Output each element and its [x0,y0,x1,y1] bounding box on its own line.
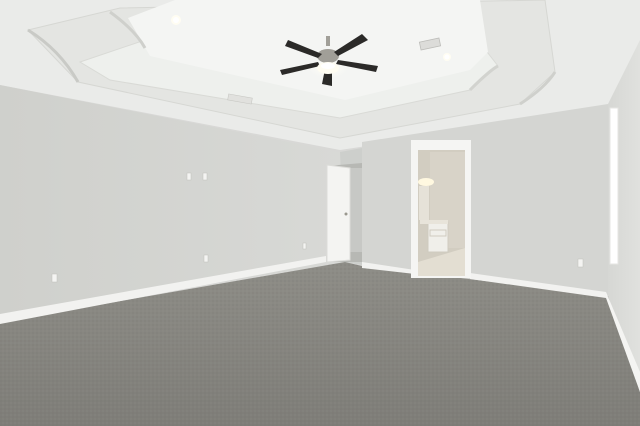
hallway-inner [350,168,362,252]
bathroom-mirror [419,186,429,220]
vanity-light-icon [418,178,434,186]
door-knob[interactable] [344,212,348,216]
outlet-icon [302,242,307,250]
bathroom-vanity [427,221,449,253]
outlet-icon [203,254,209,263]
outlet-icon [51,273,58,283]
light-switch-icon [202,172,208,181]
vanity-countertop [420,220,448,224]
outlet-icon [577,258,584,268]
window [609,107,619,265]
light-switch-icon [186,172,192,181]
recessed-light-icon [443,53,451,61]
recessed-light-icon [171,15,181,25]
bedroom-photo [0,0,640,426]
room-illustration [0,0,640,426]
